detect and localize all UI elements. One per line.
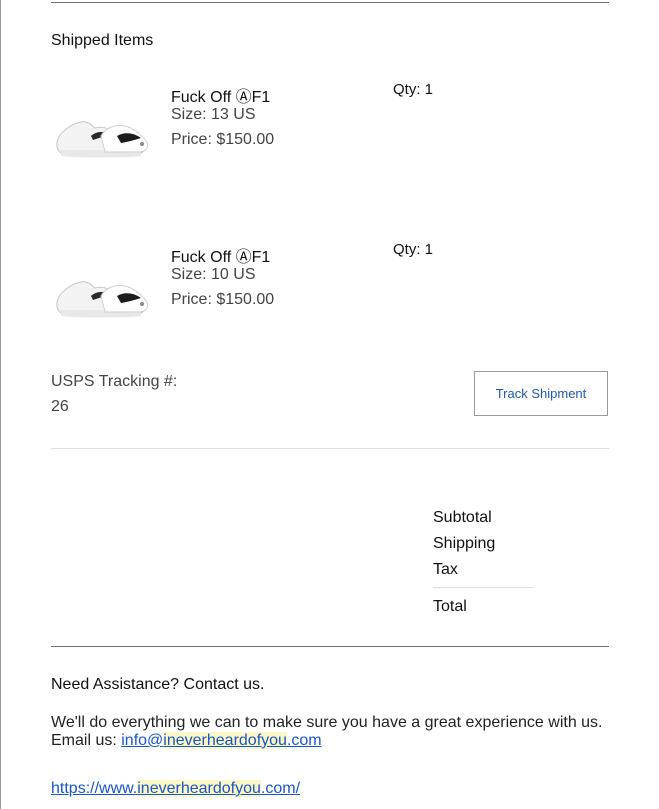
- item-name: Fuck Off ⒶF1: [171, 249, 271, 266]
- assistance-body: We'll do everything we can to make sure …: [51, 714, 621, 750]
- email-prefix: Email us:: [51, 732, 122, 749]
- tracking-label: USPS Tracking #:: [51, 373, 178, 390]
- tracking-divider: [51, 448, 609, 449]
- website-link[interactable]: https://www.ineverheardofyou.com/: [51, 780, 300, 797]
- sneaker-image: [56, 121, 148, 158]
- tracking-number: 26: [51, 398, 69, 415]
- item-price: Price: $150.00: [171, 131, 275, 148]
- assistance-title: Need Assistance? Contact us.: [51, 676, 265, 693]
- total-label: Total: [433, 598, 467, 615]
- email-line: Email us: info@ineverheardofyou.com: [51, 732, 621, 750]
- sneaker-image: [56, 281, 148, 318]
- item-qty: Qty: 1: [393, 241, 434, 258]
- website-line: https://www.ineverheardofyou.com/: [51, 780, 300, 798]
- item-name: Fuck Off ⒶF1: [171, 89, 271, 106]
- top-divider: [51, 2, 609, 3]
- tax-label: Tax: [433, 561, 458, 578]
- item-qty: Qty: 1: [393, 81, 434, 98]
- shipped-items-title: Shipped Items: [51, 32, 154, 49]
- item-price: Price: $150.00: [171, 291, 275, 308]
- assistance-text: We'll do everything we can to make sure …: [51, 714, 603, 731]
- email-link[interactable]: info@ineverheardofyou.com: [121, 732, 322, 749]
- footer-divider: [51, 646, 609, 647]
- item-size: Size: 10 US: [171, 266, 256, 283]
- summary-divider: [433, 587, 533, 588]
- item-size: Size: 13 US: [171, 106, 256, 123]
- track-shipment-button[interactable]: Track Shipment: [474, 371, 608, 416]
- shipping-label: Shipping: [433, 535, 496, 552]
- subtotal-label: Subtotal: [433, 509, 492, 526]
